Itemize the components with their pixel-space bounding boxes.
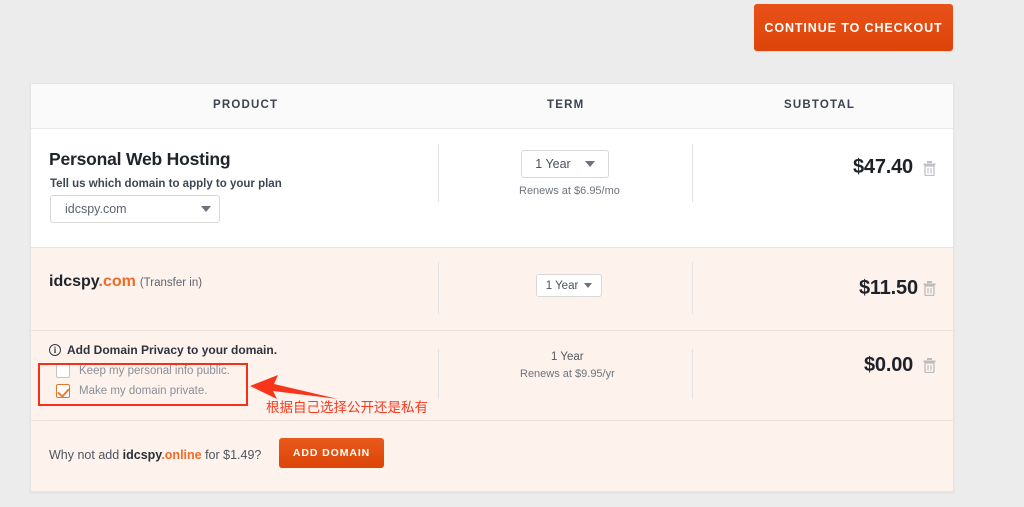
cart-row-hosting: Personal Web Hosting Tell us which domai… [31, 129, 953, 247]
column-divider [692, 349, 693, 399]
upsell-suffix: for $1.49? [201, 448, 262, 462]
option-keep-info-public[interactable]: Keep my personal info public. [56, 364, 230, 378]
plan-subtitle: Tell us which domain to apply to your pl… [50, 178, 282, 190]
domain-privacy-heading: i Add Domain Privacy to your domain. [49, 343, 277, 357]
option-make-domain-private-label: Make my domain private. [79, 385, 208, 397]
domain-select-value: idcspy.com [65, 202, 127, 216]
continue-to-checkout-button[interactable]: CONTINUE TO CHECKOUT [754, 4, 953, 51]
renewal-note-hosting: Renews at $6.95/mo [519, 185, 620, 197]
term-select-value: 1 Year [545, 279, 579, 292]
info-icon: i [49, 344, 61, 356]
domain-transfer-tag: (Transfer in) [139, 277, 203, 289]
subtotal-privacy: $0.00 [864, 354, 914, 376]
add-domain-button[interactable]: ADD DOMAIN [279, 438, 384, 468]
domain-privacy-heading-text: Add Domain Privacy to your domain. [67, 343, 278, 357]
renewal-note-privacy: Renews at $9.95/yr [520, 368, 615, 380]
chevron-down-icon [584, 283, 593, 288]
term-select-hosting[interactable]: 1 Year [521, 150, 609, 178]
trash-icon[interactable] [923, 161, 936, 176]
column-divider [438, 144, 439, 202]
cart-row-upsell: Why not add idcspy.online for $1.49? ADD… [31, 420, 953, 491]
checkbox-make-domain-private[interactable] [56, 384, 70, 398]
upsell-prefix: Why not add [49, 448, 123, 462]
domain-name: idcspy.com (Transfer in) [49, 273, 202, 291]
domain-select[interactable]: idcspy.com [50, 195, 220, 223]
column-header-product: PRODUCT [213, 99, 279, 111]
column-header-subtotal: SUBTOTAL [784, 99, 856, 111]
subtotal-hosting: $47.40 [853, 156, 913, 178]
domain-tld: .com [98, 273, 136, 290]
chevron-down-icon [584, 161, 595, 167]
checkbox-keep-info-public[interactable] [56, 364, 70, 378]
cart-card: 主机侦探 服务跨境电商 助力中企出海 PRODUCT TERM SUBTOTAL… [30, 83, 954, 492]
column-divider [438, 262, 439, 314]
upsell-text: Why not add idcspy.online for $1.49? [49, 448, 261, 462]
upsell-domain-tld: .online [161, 448, 202, 462]
upsell-domain-sld: idcspy [122, 448, 162, 462]
term-text-privacy: 1 Year [551, 351, 584, 363]
option-keep-info-public-label: Keep my personal info public. [79, 365, 230, 377]
column-divider [692, 144, 693, 202]
trash-icon[interactable] [923, 358, 936, 373]
chevron-down-icon [201, 206, 211, 212]
plan-title: Personal Web Hosting [49, 149, 231, 169]
column-divider [692, 262, 693, 314]
trash-icon[interactable] [923, 281, 936, 296]
domain-sld: idcspy [49, 273, 99, 290]
column-header-term: TERM [547, 99, 585, 111]
column-divider [438, 349, 439, 399]
term-select-domain[interactable]: 1 Year [536, 274, 602, 297]
cart-row-domain-privacy: i Add Domain Privacy to your domain. Kee… [31, 330, 953, 420]
subtotal-domain: $11.50 [859, 277, 918, 299]
cart-table-header: PRODUCT TERM SUBTOTAL [31, 84, 953, 129]
option-make-domain-private[interactable]: Make my domain private. [56, 384, 207, 398]
term-select-value: 1 Year [535, 157, 571, 171]
top-action-bar: CONTINUE TO CHECKOUT [0, 0, 1024, 78]
cart-row-domain: idcspy.com (Transfer in) 1 Year $11.50 [31, 247, 953, 330]
